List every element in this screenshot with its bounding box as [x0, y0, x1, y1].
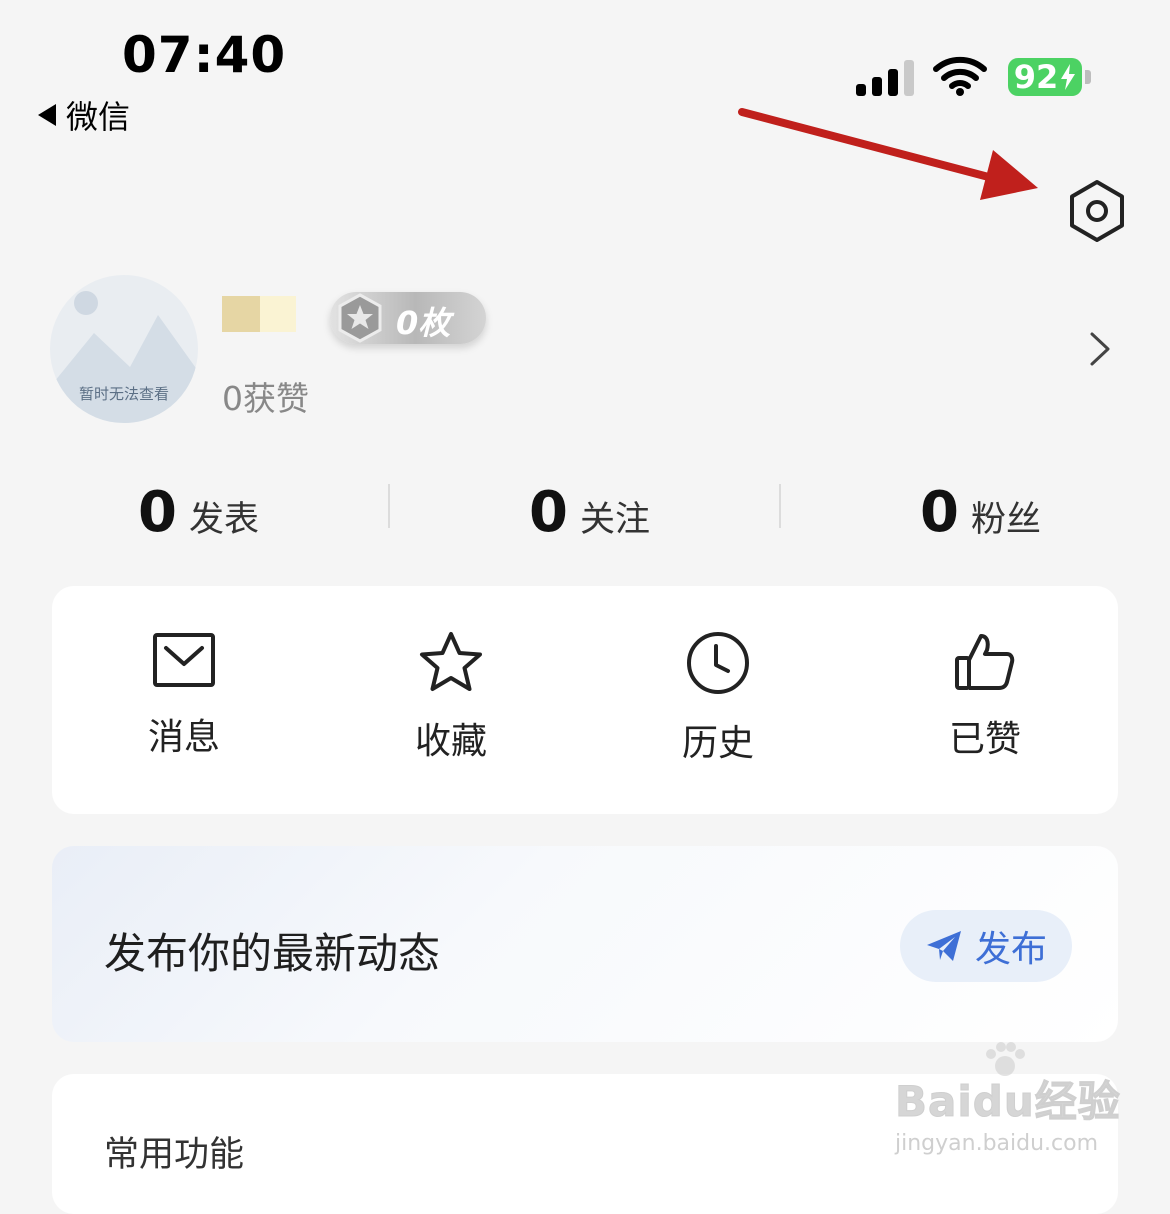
chevron-right-icon[interactable] [1088, 330, 1112, 368]
mail-icon [153, 633, 215, 687]
settings-gear-icon[interactable] [1064, 178, 1130, 244]
username-redacted [222, 296, 296, 332]
star-icon [420, 632, 482, 691]
likes-count: 0获赞 [222, 379, 309, 418]
common-functions-title: 常用功能 [104, 1135, 245, 1175]
stat-following-label: 关注 [579, 500, 650, 540]
battery-indicator: 92 [1008, 58, 1082, 96]
medal-star-icon [338, 293, 382, 343]
wifi-icon [933, 56, 987, 96]
stat-divider [388, 484, 390, 528]
back-triangle-icon [38, 104, 56, 126]
cellular-signal-icon [856, 58, 914, 96]
back-to-wechat-button[interactable]: 微信 [38, 92, 130, 138]
status-time: 07:40 [122, 26, 287, 84]
quick-action-label: 消息 [147, 717, 220, 758]
post-prompt: 发布你的最新动态 [104, 929, 441, 978]
send-icon [926, 931, 961, 961]
stat-posts-value: 0 [138, 480, 177, 545]
paw-icon [986, 1042, 1025, 1076]
stat-followers-label: 粉丝 [970, 500, 1041, 540]
battery-cap [1085, 70, 1091, 84]
clock-icon [687, 632, 749, 694]
stat-following-value: 0 [529, 480, 568, 545]
post-button[interactable]: 发布 [900, 910, 1072, 982]
quick-action-label: 历史 [681, 723, 754, 764]
quick-action-liked[interactable]: 已赞 [885, 630, 1085, 762]
battery-level: 92 [1013, 58, 1059, 96]
charging-bolt-icon [1061, 64, 1076, 90]
quick-action-messages[interactable]: 消息 [84, 630, 284, 760]
stat-posts-label: 发表 [188, 500, 259, 540]
post-button-label: 发布 [974, 929, 1047, 970]
medal-count: 0枚 [396, 304, 451, 342]
baidu-watermark: Baidu经验 jingyan.baidu.com [895, 1040, 1121, 1156]
watermark-url: jingyan.baidu.com [895, 1131, 1099, 1156]
stat-following[interactable]: 0 关注 [529, 480, 650, 545]
avatar[interactable]: 暂时无法查看 [50, 275, 198, 423]
quick-action-history[interactable]: 历史 [618, 630, 818, 766]
avatar-unavailable-text: 暂时无法查看 [78, 385, 169, 403]
stat-followers[interactable]: 0 粉丝 [920, 480, 1041, 545]
quick-action-label: 已赞 [948, 719, 1021, 760]
back-label: 微信 [66, 98, 131, 136]
stat-posts[interactable]: 0 发表 [138, 480, 259, 545]
stat-divider [779, 484, 781, 528]
thumbs-up-icon [955, 634, 1015, 690]
quick-action-favorites[interactable]: 收藏 [351, 630, 551, 764]
quick-action-label: 收藏 [414, 721, 487, 762]
stat-followers-value: 0 [920, 480, 959, 545]
